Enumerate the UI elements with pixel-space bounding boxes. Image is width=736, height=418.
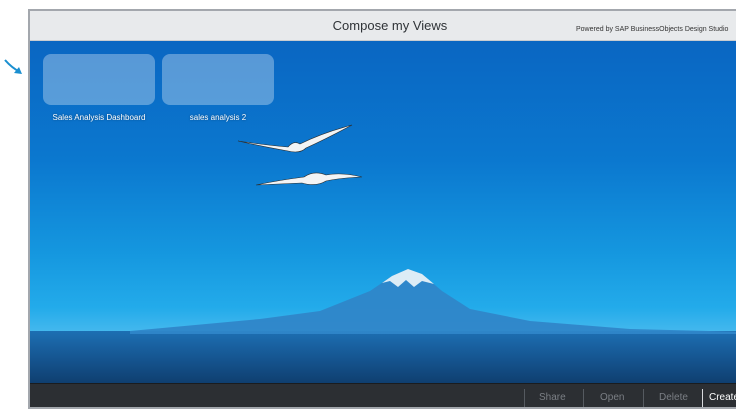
share-button[interactable]: Share [539,384,566,407]
powered-by-label: Powered by SAP BusinessObjects Design St… [576,26,729,33]
create-button[interactable]: Create [709,384,736,407]
view-tile-label: Sales Analysis Dashboard [52,113,146,122]
arrow-icon [4,59,22,74]
action-toolbar: Share Open Delete Create [30,383,736,407]
toolbar-divider [702,389,703,407]
mountain-shape [130,269,736,334]
toolbar-divider [583,389,584,407]
toolbar-divider [524,389,525,407]
view-tile-label: sales analysis 2 [189,113,247,122]
background-scene: Sales Analysis Dashboard sales analysis … [30,41,736,383]
delete-button[interactable]: Delete [659,384,688,407]
toolbar-divider [643,389,644,407]
title-bar: Compose my Views Powered by SAP Business… [30,11,736,41]
view-tile-sales-analysis-dashboard[interactable] [43,54,155,105]
bird-2 [255,172,363,186]
app-window: Compose my Views Powered by SAP Business… [28,9,736,409]
bird-1 [237,124,353,153]
open-button[interactable]: Open [600,384,624,407]
view-tile-sales-analysis-2[interactable] [162,54,274,105]
